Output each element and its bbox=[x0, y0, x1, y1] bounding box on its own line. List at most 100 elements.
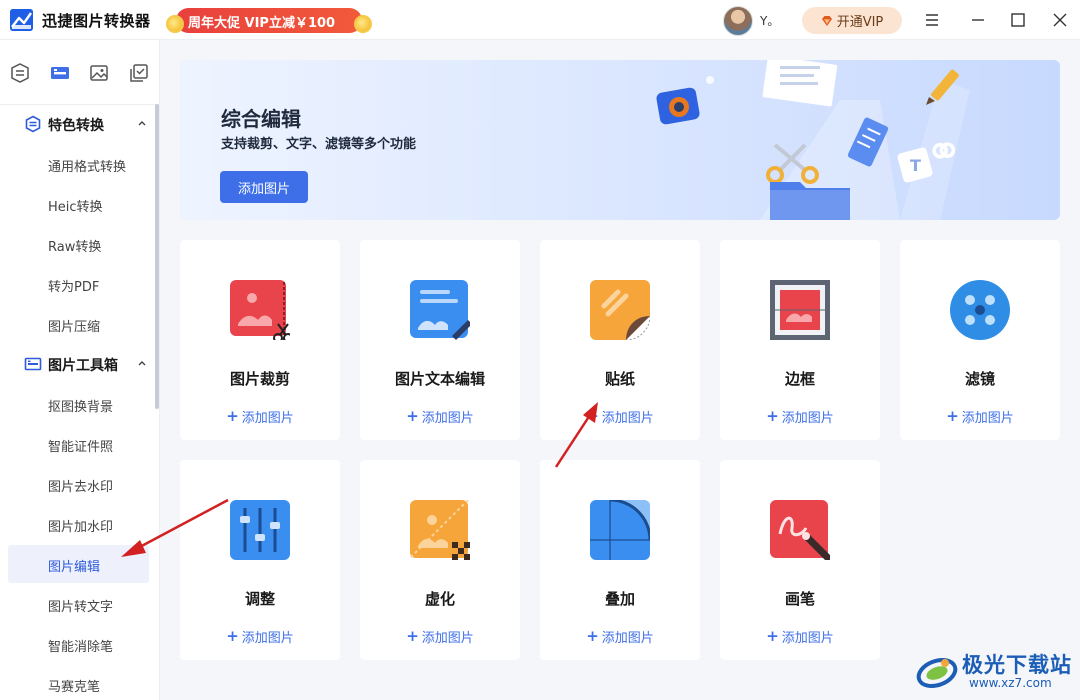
banner: 综合编辑 支持裁剪、文字、滤镜等多个功能 添加图片 T bbox=[180, 60, 1060, 220]
app-title: 迅捷图片转换器 bbox=[42, 12, 151, 30]
banner-add-image-button[interactable]: 添加图片 bbox=[220, 171, 308, 203]
plus-icon: + bbox=[586, 627, 599, 645]
sidebar-item-mosaic-pen[interactable]: 马赛克笔 bbox=[8, 665, 149, 700]
frame-icon bbox=[770, 280, 830, 340]
tool-card-text-edit[interactable]: 图片文本编辑 + 添加图片 bbox=[360, 240, 520, 440]
image-icon[interactable] bbox=[88, 62, 110, 84]
sidebar-item-to-pdf[interactable]: 转为PDF bbox=[8, 265, 149, 303]
tool-card-filter[interactable]: 滤镜 + 添加图片 bbox=[900, 240, 1060, 440]
tool-card-blur[interactable]: 虚化 + 添加图片 bbox=[360, 460, 520, 660]
sidebar-item-cutout[interactable]: 抠图换背景 bbox=[8, 385, 149, 423]
site-watermark: 极光下载站 www.xz7.com bbox=[915, 645, 1075, 697]
sidebar-item-remove-watermark[interactable]: 图片去水印 bbox=[8, 465, 149, 503]
add-image-label: 添加图片 bbox=[601, 631, 654, 646]
tool-title: 调整 bbox=[244, 590, 275, 608]
avatar[interactable] bbox=[723, 6, 753, 36]
batch-icon[interactable] bbox=[128, 62, 150, 84]
overlay-icon bbox=[590, 500, 650, 560]
brush-icon bbox=[770, 500, 830, 560]
username[interactable]: Y。 bbox=[760, 12, 779, 29]
close-icon[interactable] bbox=[1050, 10, 1070, 30]
maximize-icon[interactable] bbox=[1008, 10, 1028, 30]
tool-card-adjust[interactable]: 调整 + 添加图片 bbox=[180, 460, 340, 660]
plus-icon: + bbox=[586, 407, 599, 425]
group-header-image-toolbox[interactable]: 图片工具箱 bbox=[0, 344, 155, 384]
sidebar-item-label: Raw转换 bbox=[48, 240, 102, 255]
document-icon bbox=[762, 60, 838, 107]
minimize-icon[interactable] bbox=[968, 10, 988, 30]
adjust-icon bbox=[230, 500, 290, 560]
sidebar-item-format-convert[interactable]: 通用格式转换 bbox=[8, 145, 149, 183]
toolbox-icon[interactable] bbox=[49, 62, 71, 84]
add-image-link[interactable]: + 添加图片 bbox=[360, 407, 520, 427]
title-bar: 迅捷图片转换器 周年大促 VIP立减￥100 Y。 开通VIP bbox=[0, 0, 1080, 40]
vip-button[interactable]: 开通VIP bbox=[802, 7, 902, 34]
scissors-icon bbox=[773, 143, 807, 172]
tool-title: 图片裁剪 bbox=[229, 370, 290, 388]
sidebar-item-image-to-text[interactable]: 图片转文字 bbox=[8, 585, 149, 623]
sidebar-item-image-edit[interactable]: 图片编辑 bbox=[8, 545, 149, 583]
sidebar-item-label: 图片编辑 bbox=[48, 560, 101, 575]
chevron-up-icon bbox=[138, 361, 146, 366]
plus-icon: + bbox=[226, 407, 239, 425]
sidebar-item-label: 图片加水印 bbox=[48, 520, 114, 535]
add-image-link[interactable]: + 添加图片 bbox=[540, 627, 700, 647]
promo-badge[interactable]: 周年大促 VIP立减￥100 bbox=[166, 7, 372, 34]
plus-icon: + bbox=[766, 407, 779, 425]
tool-card-overlay[interactable]: 叠加 + 添加图片 bbox=[540, 460, 700, 660]
tool-card-frame[interactable]: 边框 + 添加图片 bbox=[720, 240, 880, 440]
sidebar-item-label: 通用格式转换 bbox=[48, 160, 127, 175]
watermark-url: www.xz7.com bbox=[969, 676, 1052, 690]
toolbox-icon bbox=[24, 357, 42, 371]
sidebar-item-id-photo[interactable]: 智能证件照 bbox=[8, 425, 149, 463]
tool-card-brush[interactable]: 画笔 + 添加图片 bbox=[720, 460, 880, 660]
sidebar-item-heic[interactable]: Heic转换 bbox=[8, 185, 149, 223]
banner-illustration: T bbox=[656, 60, 970, 220]
add-image-link[interactable]: + 添加图片 bbox=[180, 407, 340, 427]
diamond-icon bbox=[821, 15, 832, 26]
add-image-link[interactable]: + 添加图片 bbox=[360, 627, 520, 647]
add-image-link[interactable]: + 添加图片 bbox=[180, 627, 340, 647]
tool-title: 图片文本编辑 bbox=[394, 370, 485, 388]
crop-icon bbox=[230, 280, 290, 340]
sticker-icon bbox=[590, 280, 650, 340]
sidebar-item-label: 智能消除笔 bbox=[48, 640, 114, 655]
blur-icon bbox=[410, 500, 470, 560]
app-logo-icon bbox=[10, 9, 33, 31]
aurora-logo-icon bbox=[916, 657, 958, 689]
banner-subtitle: 支持裁剪、文字、滤镜等多个功能 bbox=[221, 137, 417, 152]
plus-icon: + bbox=[226, 627, 239, 645]
vip-button-label: 开通VIP bbox=[836, 15, 884, 30]
tool-card-crop[interactable]: 图片裁剪 + 添加图片 bbox=[180, 240, 340, 440]
add-image-link[interactable]: + 添加图片 bbox=[720, 407, 880, 427]
add-image-label: 添加图片 bbox=[961, 411, 1014, 426]
tool-card-sticker[interactable]: 贴纸 + 添加图片 bbox=[540, 240, 700, 440]
sidebar-item-add-watermark[interactable]: 图片加水印 bbox=[8, 505, 149, 543]
sidebar-item-smart-eraser[interactable]: 智能消除笔 bbox=[8, 625, 149, 663]
plus-icon: + bbox=[946, 407, 959, 425]
sidebar-item-label: 抠图换背景 bbox=[48, 400, 114, 415]
add-image-link[interactable]: + 添加图片 bbox=[900, 407, 1060, 427]
sidebar-item-compress[interactable]: 图片压缩 bbox=[8, 305, 149, 343]
sidebar-item-raw[interactable]: Raw转换 bbox=[8, 225, 149, 263]
add-image-label: 添加图片 bbox=[421, 411, 474, 426]
camera-icon bbox=[656, 87, 700, 125]
add-image-label: 添加图片 bbox=[241, 411, 294, 426]
sidebar-item-label: 转为PDF bbox=[48, 280, 100, 295]
menu-icon[interactable] bbox=[922, 10, 942, 30]
plus-icon: + bbox=[766, 627, 779, 645]
sidebar-scrollbar[interactable] bbox=[155, 104, 159, 409]
sidebar-item-label: 图片去水印 bbox=[48, 480, 114, 495]
convert-icon[interactable] bbox=[9, 62, 31, 84]
group-label: 特色转换 bbox=[48, 118, 104, 134]
filter-icon bbox=[950, 280, 1010, 340]
group-header-special-convert[interactable]: 特色转换 bbox=[0, 104, 155, 144]
add-image-link[interactable]: + 添加图片 bbox=[540, 407, 700, 427]
svg-text:T: T bbox=[910, 156, 921, 175]
sidebar-item-label: 马赛克笔 bbox=[48, 680, 101, 695]
banner-title: 综合编辑 bbox=[221, 107, 301, 131]
tool-title: 边框 bbox=[784, 370, 815, 388]
add-image-link[interactable]: + 添加图片 bbox=[720, 627, 880, 647]
watermark-title: 极光下载站 bbox=[962, 653, 1072, 677]
tool-title: 滤镜 bbox=[964, 370, 995, 388]
